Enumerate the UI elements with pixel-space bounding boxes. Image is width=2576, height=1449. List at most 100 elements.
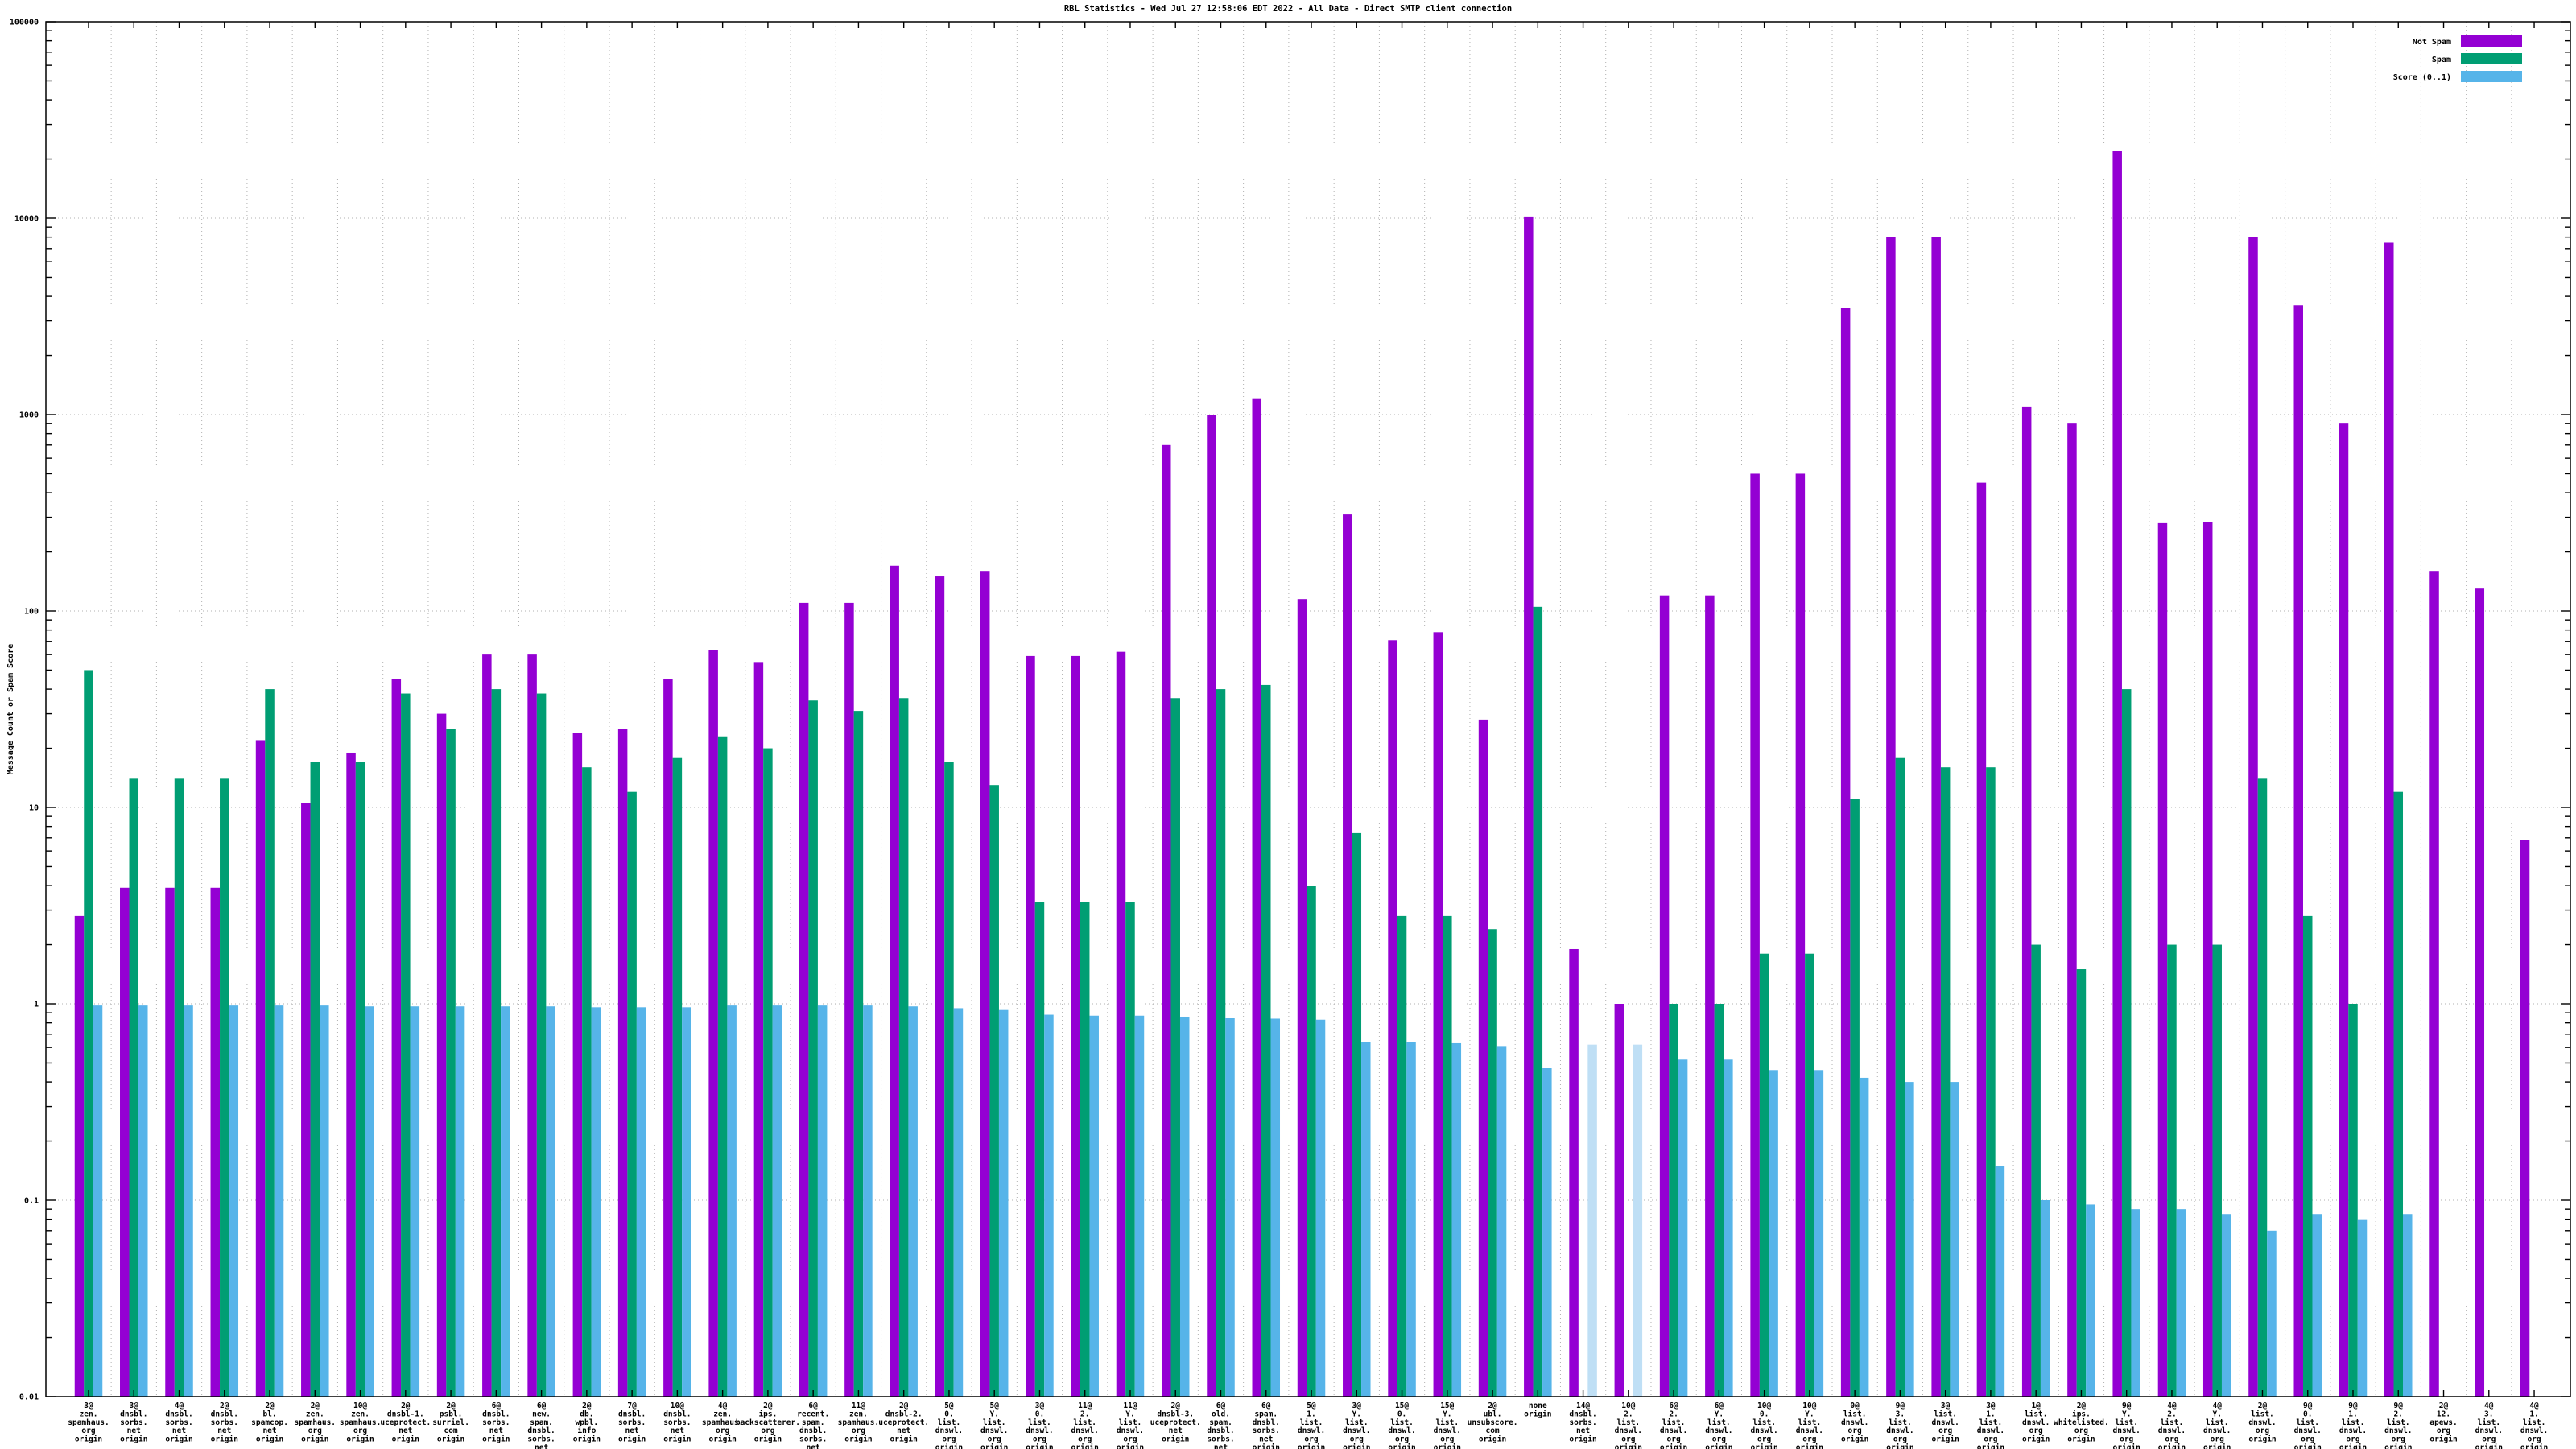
- bar-not-spam: [482, 654, 492, 1397]
- bar-spam: [1307, 886, 1316, 1397]
- legend-entry: Not Spam: [2413, 35, 2522, 47]
- bar-not-spam: [2520, 840, 2530, 1397]
- x-group-label: 10@ dnsbl. sorbs. net origin: [663, 1402, 691, 1444]
- bar-score: [2131, 1209, 2140, 1397]
- bar-not-spam: [844, 602, 854, 1397]
- bar-not-spam: [165, 887, 175, 1397]
- rbl-statistics-chart: RBL Statistics - Wed Jul 27 12:58:06 EDT…: [6, 4, 2571, 1449]
- bar-not-spam: [1614, 1004, 1624, 1397]
- x-group-label: 2@ psbl. surriel. com origin: [432, 1402, 469, 1444]
- bar-score: [2176, 1209, 2186, 1397]
- bar-score: [320, 1005, 329, 1397]
- bar-not-spam: [1524, 216, 1534, 1397]
- y-tick-label: 1: [34, 1001, 39, 1009]
- bar-not-spam: [1795, 473, 1806, 1397]
- bar-spam: [1034, 902, 1045, 1397]
- bar-spam: [1080, 902, 1090, 1397]
- bar-spam: [355, 762, 365, 1397]
- bar-score: [2312, 1214, 2322, 1397]
- bar-score: [455, 1006, 465, 1397]
- x-group-label: 1@ list. dnswl. org origin: [2022, 1402, 2050, 1444]
- y-tick-label: 100: [24, 608, 39, 617]
- bar-spam: [944, 762, 954, 1397]
- bar-not-spam: [1976, 482, 1987, 1397]
- bar-spam: [2121, 689, 2132, 1397]
- legend-entry: Score (0..1): [2393, 71, 2522, 82]
- y-tick-label: 100000: [10, 19, 39, 27]
- bar-score: [274, 1005, 284, 1397]
- bar-spam: [763, 748, 773, 1397]
- bar-spam: [1895, 757, 1905, 1397]
- y-tick-label: 0.1: [24, 1197, 39, 1206]
- x-group-label: 2@ dnsbl-2. uceprotect. net origin: [878, 1402, 929, 1444]
- bar-score: [817, 1005, 828, 1397]
- bar-score: [1814, 1070, 1824, 1397]
- x-group-label: 9@ 3. list. dnswl. org origin: [1886, 1402, 1913, 1449]
- bar-spam: [2393, 791, 2404, 1397]
- bar-score: [1361, 1042, 1371, 1397]
- x-group-label: 10@ 2. list. dnswl. org origin: [1615, 1402, 1642, 1449]
- x-group-label: 7@ dnsbl. sorbs. net origin: [618, 1402, 646, 1444]
- bar-spam: [1443, 915, 1452, 1397]
- bar-spam: [174, 778, 184, 1397]
- bar-spam: [1669, 1004, 1678, 1397]
- bar-spam: [627, 791, 637, 1397]
- bar-score: [953, 1008, 964, 1397]
- bar-not-spam: [753, 662, 764, 1397]
- bar-score: [908, 1006, 918, 1397]
- x-group-label: 6@ dnsbl. sorbs. net origin: [482, 1402, 510, 1444]
- bar-not-spam: [1931, 237, 1941, 1397]
- bar-spam: [1850, 799, 1860, 1397]
- x-group-label: 2@ 12. apews. org origin: [2429, 1402, 2457, 1444]
- bar-not-spam: [1207, 415, 1216, 1397]
- x-group-label: 11@ Y. list. dnswl. org origin: [1117, 1402, 1144, 1449]
- x-group-label: 4@ 2. list. dnswl. org origin: [2158, 1402, 2186, 1449]
- x-group-label: 3@ dnsbl. sorbs. net origin: [120, 1402, 147, 1444]
- bar-not-spam: [1388, 640, 1397, 1397]
- x-group-label: 10@ zen. spamhaus. org origin: [340, 1402, 381, 1444]
- bar-spam: [1216, 689, 1226, 1397]
- x-group-label: 15@ 0. list. dnswl. org origin: [1388, 1402, 1415, 1449]
- bar-not-spam: [120, 887, 130, 1397]
- bar-score: [863, 1005, 873, 1397]
- bar-score: [1134, 1015, 1145, 1397]
- bar-not-spam: [1840, 308, 1851, 1397]
- bar-spam: [2302, 915, 2313, 1397]
- x-group-label: 10@ Y. list. dnswl. org origin: [1796, 1402, 1823, 1449]
- bar-score: [772, 1005, 782, 1397]
- bar-not-spam: [1116, 651, 1126, 1397]
- bar-score: [1044, 1014, 1054, 1397]
- bar-score: [1542, 1068, 1552, 1397]
- x-group-label: 3@ 1. list. dnswl. org origin: [1977, 1402, 2004, 1449]
- x-group-label: 2@ zen. spamhaus. org origin: [295, 1402, 336, 1444]
- x-group-label: 10@ 0. list. dnswl. org origin: [1750, 1402, 1777, 1449]
- bar-not-spam: [1026, 655, 1035, 1397]
- bar-spam: [129, 778, 139, 1397]
- bar-spam: [1533, 606, 1543, 1397]
- legend-label: Spam: [2432, 56, 2451, 64]
- bar-not-spam: [1750, 473, 1760, 1397]
- y-tick-label: 1000: [19, 411, 39, 420]
- bar-score: [1406, 1042, 1416, 1397]
- bar-spam: [1714, 1004, 1724, 1397]
- x-group-label: 2@ bl. spamcop. net origin: [251, 1402, 288, 1444]
- bar-not-spam: [1886, 237, 1896, 1397]
- bar-not-spam: [2112, 151, 2122, 1397]
- x-group-label: 4@ 1. list. dnswl. org origin: [2520, 1402, 2548, 1449]
- bar-spam: [536, 693, 547, 1397]
- bar-not-spam: [1478, 719, 1488, 1397]
- bar-not-spam: [572, 733, 583, 1397]
- bar-not-spam: [890, 565, 899, 1397]
- y-axis-title: Message Count or Spam Score: [6, 644, 15, 775]
- legend-swatch-score: [2461, 71, 2522, 82]
- chart-title: RBL Statistics - Wed Jul 27 12:58:06 EDT…: [1064, 4, 1512, 14]
- bar-spam: [1352, 832, 1362, 1397]
- bar-spam: [1805, 953, 1814, 1397]
- bar-score: [1270, 1018, 1281, 1397]
- x-group-label: 3@ Y. list. dnswl. org origin: [1343, 1402, 1370, 1449]
- bar-score: [1633, 1044, 1643, 1397]
- legend-label: Score (0..1): [2393, 73, 2451, 82]
- x-group-label: 6@recent.spam.dnsbl.sorbs.netorigin: [797, 1402, 829, 1449]
- bar-score: [2357, 1219, 2368, 1397]
- x-group-label: 3@ list. dnswl. org origin: [1931, 1402, 1959, 1444]
